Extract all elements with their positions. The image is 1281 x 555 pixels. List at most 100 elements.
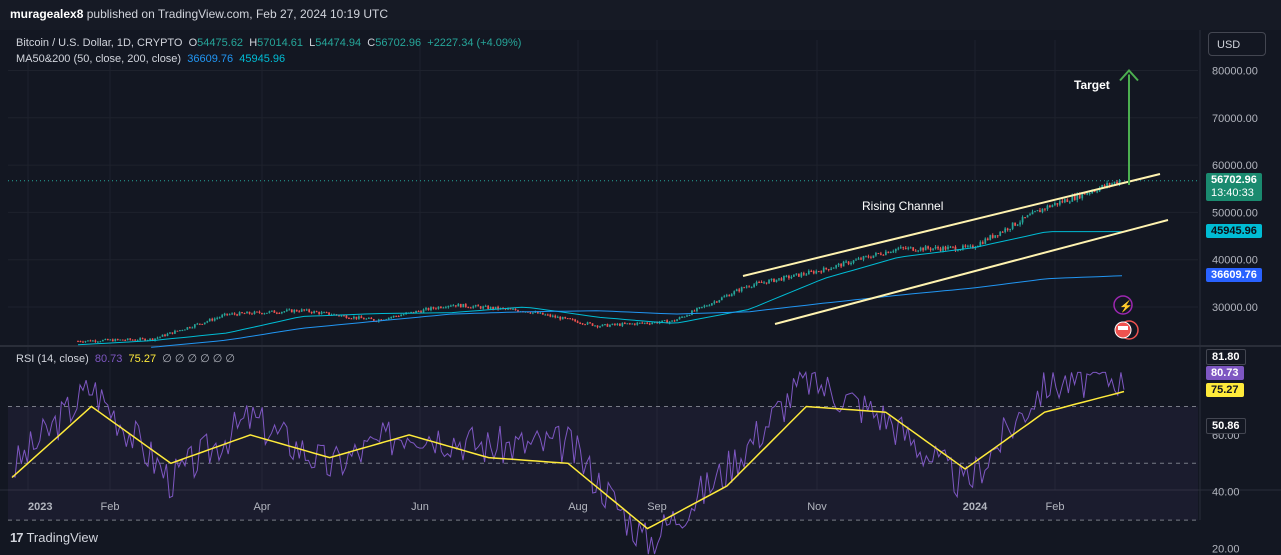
candle-body [445, 307, 447, 309]
candle-body [728, 295, 731, 297]
candle-body [184, 329, 186, 331]
candle-body [708, 305, 711, 307]
price-chart[interactable]: Rising Channel Target 80000.00 70000.00 600… [0, 0, 1281, 555]
candle-body [1019, 222, 1021, 225]
candle-body [628, 323, 631, 325]
candle-body [181, 330, 184, 332]
time-tick-label: Feb [101, 501, 120, 513]
candle-body [758, 282, 760, 284]
candle-body [1058, 201, 1061, 205]
candle-body [144, 338, 146, 341]
candle-body [370, 317, 373, 320]
candle-body [904, 247, 907, 249]
candle-body [556, 316, 559, 318]
rsi-tick-label: 40.00 [1212, 487, 1240, 499]
candle-body [1068, 201, 1071, 203]
candle-body [733, 291, 736, 295]
candle-body [174, 330, 176, 334]
candle-body [477, 305, 480, 307]
rsi-ma-tag: 75.27 [1206, 383, 1244, 397]
candle-body [651, 322, 654, 324]
candle-body [952, 246, 954, 248]
candle-body [365, 318, 368, 320]
candle-body [748, 286, 751, 288]
candle-body [984, 238, 987, 244]
candle-body [303, 309, 306, 311]
candle-body [880, 253, 882, 255]
candle-body [328, 312, 330, 315]
ma-indicator-label[interactable]: MA50&200 (50, close, 200, close) [16, 53, 181, 65]
candle-body [362, 318, 365, 320]
candle-body [720, 297, 723, 301]
candle-body [94, 340, 97, 342]
candle-body [430, 307, 432, 311]
candle-body [596, 325, 599, 328]
candle-body [1036, 210, 1039, 212]
candle-body [663, 320, 666, 322]
price-tick-label: 80000.00 [1212, 66, 1258, 78]
price-axis: 80000.00 70000.00 60000.00 50000.00 40000.00… [1212, 66, 1258, 555]
candle-body [750, 286, 753, 288]
candle-body [343, 315, 345, 317]
candle-body [937, 246, 939, 249]
candle-body [646, 322, 649, 324]
candle-body [822, 267, 825, 273]
candle-body [907, 247, 910, 249]
candle-body [693, 310, 696, 312]
candle-body [77, 341, 79, 343]
candle-body [957, 250, 959, 252]
candle-body [92, 340, 94, 342]
candle-body [1113, 181, 1116, 184]
candle-body [206, 321, 209, 323]
candle-body [422, 309, 425, 313]
candle-body [942, 246, 944, 251]
price-tick-label: 30000.00 [1212, 302, 1258, 314]
candle-body [400, 315, 403, 317]
candle-body [884, 251, 887, 255]
candle-body [1054, 203, 1056, 206]
candle-body [487, 305, 490, 309]
candle-body [760, 282, 763, 284]
candle-body [87, 340, 89, 342]
candle-body [447, 305, 450, 308]
candle-body [350, 318, 353, 320]
candle-body [797, 273, 800, 277]
candle-body [882, 254, 885, 256]
time-tick-label: Jun [411, 501, 429, 513]
tradingview-logo-icon: 17 [10, 530, 24, 545]
candle-body [897, 248, 900, 250]
candle-body [420, 311, 422, 313]
candle-body [288, 309, 291, 311]
candle-body [638, 322, 641, 324]
candle-body [435, 308, 437, 310]
candle-body [196, 323, 199, 325]
candle-body [427, 308, 430, 311]
time-tick-label: Feb [1046, 501, 1065, 513]
rsi-low-tag: 50.86 [1206, 418, 1246, 434]
candle-body [1061, 201, 1064, 203]
symbol-title[interactable]: Bitcoin / U.S. Dollar, 1D, CRYPTO [16, 37, 182, 49]
bar-countdown: 13:40:33 [1211, 187, 1254, 199]
candle-body [788, 275, 790, 279]
target-label: Target [1074, 78, 1110, 92]
candle-body [298, 311, 301, 313]
candle-body [454, 305, 457, 307]
candle-body [795, 273, 798, 275]
candle-body [442, 307, 445, 309]
candle-body [99, 341, 102, 343]
candle-body [134, 339, 137, 341]
candle-body [1046, 205, 1049, 210]
tradingview-footer[interactable]: 17 TradingView [10, 530, 98, 545]
channel-upper-line [742, 173, 1161, 277]
candle-body [802, 273, 805, 275]
candle-body [892, 251, 895, 253]
rsi-label[interactable]: RSI (14, close) [16, 353, 89, 365]
candle-body [740, 287, 743, 292]
candle-body [626, 323, 629, 325]
candle-body [139, 338, 142, 341]
currency-button[interactable]: USD [1208, 32, 1266, 56]
candle-body [440, 306, 442, 308]
candle-body [193, 324, 196, 328]
candle-body [857, 258, 860, 260]
candle-body [571, 319, 574, 321]
